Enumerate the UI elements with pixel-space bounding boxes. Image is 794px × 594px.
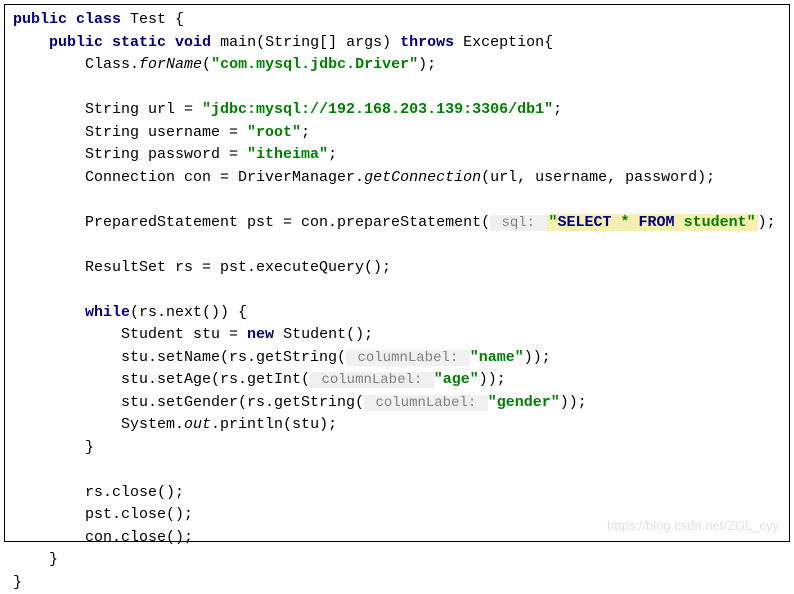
text: String password = xyxy=(13,146,247,163)
code-line: String username = "root"; xyxy=(13,122,781,145)
paren: ( xyxy=(202,56,211,73)
text: stu.setName(rs.getString( xyxy=(13,349,346,366)
code-editor: public class Test { public static void m… xyxy=(4,4,790,542)
rest: Exception{ xyxy=(454,34,553,51)
string-literal: "root" xyxy=(247,124,301,141)
string-literal: "age" xyxy=(434,371,479,388)
code-line: public class Test { xyxy=(13,9,781,32)
keyword-while: while xyxy=(85,304,130,321)
sql-text: student xyxy=(675,214,747,231)
code-line-empty xyxy=(13,234,781,257)
code-line: PreparedStatement pst = con.prepareState… xyxy=(13,212,781,235)
indent xyxy=(13,304,85,321)
code-line-empty xyxy=(13,459,781,482)
code-line: public static void main(String[] args) t… xyxy=(13,32,781,55)
code-line: } xyxy=(13,572,781,594)
code-line-empty xyxy=(13,189,781,212)
param-hint: columnLabel: xyxy=(364,395,488,411)
keyword-void: void xyxy=(166,34,211,51)
end: )); xyxy=(524,349,551,366)
end: ; xyxy=(553,101,562,118)
indent xyxy=(13,34,49,51)
end: ; xyxy=(328,146,337,163)
code-line: String url = "jdbc:mysql://192.168.203.1… xyxy=(13,99,781,122)
class-name: Test { xyxy=(121,11,184,28)
end: ); xyxy=(758,214,776,231)
param-hint: columnLabel: xyxy=(346,350,470,366)
code-line-empty xyxy=(13,279,781,302)
string-literal: "name" xyxy=(470,349,524,366)
field-ref: out xyxy=(184,416,211,433)
string-quote: " xyxy=(549,214,558,231)
keyword-public: public xyxy=(13,11,67,28)
keyword-public: public xyxy=(49,34,103,51)
param-hint: sql: xyxy=(490,215,546,231)
text: String url = xyxy=(13,101,202,118)
code-line: Class.forName("com.mysql.jdbc.Driver"); xyxy=(13,54,781,77)
text: Connection con = DriverManager. xyxy=(13,169,364,186)
sql-text: * xyxy=(612,214,639,231)
text: PreparedStatement pst = con.prepareState… xyxy=(13,214,490,231)
code-line: } xyxy=(13,437,781,460)
code-line: } xyxy=(13,549,781,572)
text: Student stu = xyxy=(13,326,247,343)
string-literal: "jdbc:mysql://192.168.203.139:3306/db1" xyxy=(202,101,553,118)
string-literal: "gender" xyxy=(488,394,560,411)
method-call: getConnection xyxy=(364,169,481,186)
keyword-new: new xyxy=(247,326,274,343)
code-line: ResultSet rs = pst.executeQuery(); xyxy=(13,257,781,280)
method-sig: main(String[] args) xyxy=(211,34,400,51)
code-line: stu.setAge(rs.getInt( columnLabel: "age"… xyxy=(13,369,781,392)
end: ; xyxy=(301,124,310,141)
rest: (rs.next()) { xyxy=(130,304,247,321)
sql-keyword: SELECT xyxy=(558,214,612,231)
code-line: stu.setGender(rs.getString( columnLabel:… xyxy=(13,392,781,415)
code-line: while(rs.next()) { xyxy=(13,302,781,325)
keyword-throws: throws xyxy=(400,34,454,51)
end: )); xyxy=(560,394,587,411)
string-literal: "itheima" xyxy=(247,146,328,163)
string-literal: "com.mysql.jdbc.Driver" xyxy=(211,56,418,73)
keyword-static: static xyxy=(103,34,166,51)
end: )); xyxy=(479,371,506,388)
string-quote: " xyxy=(747,214,756,231)
sql-highlight: "SELECT * FROM student" xyxy=(547,214,758,231)
rest: Student(); xyxy=(274,326,373,343)
param-hint: columnLabel: xyxy=(310,372,434,388)
text: stu.setGender(rs.getString( xyxy=(13,394,364,411)
end: .println(stu); xyxy=(211,416,337,433)
end: ); xyxy=(418,56,436,73)
text: String username = xyxy=(13,124,247,141)
keyword-class: class xyxy=(76,11,121,28)
code-line-empty xyxy=(13,77,781,100)
code-line: rs.close(); xyxy=(13,482,781,505)
code-line: System.out.println(stu); xyxy=(13,414,781,437)
code-line: stu.setName(rs.getString( columnLabel: "… xyxy=(13,347,781,370)
code-line: Student stu = new Student(); xyxy=(13,324,781,347)
method-call: forName xyxy=(139,56,202,73)
text: System. xyxy=(13,416,184,433)
text: stu.setAge(rs.getInt( xyxy=(13,371,310,388)
sql-keyword: FROM xyxy=(639,214,675,231)
text: Class. xyxy=(13,56,139,73)
code-line: Connection con = DriverManager.getConnec… xyxy=(13,167,781,190)
code-line: String password = "itheima"; xyxy=(13,144,781,167)
watermark: https://blog.csdn.net/ZGL_cyy xyxy=(607,516,779,536)
end: (url, username, password); xyxy=(481,169,715,186)
